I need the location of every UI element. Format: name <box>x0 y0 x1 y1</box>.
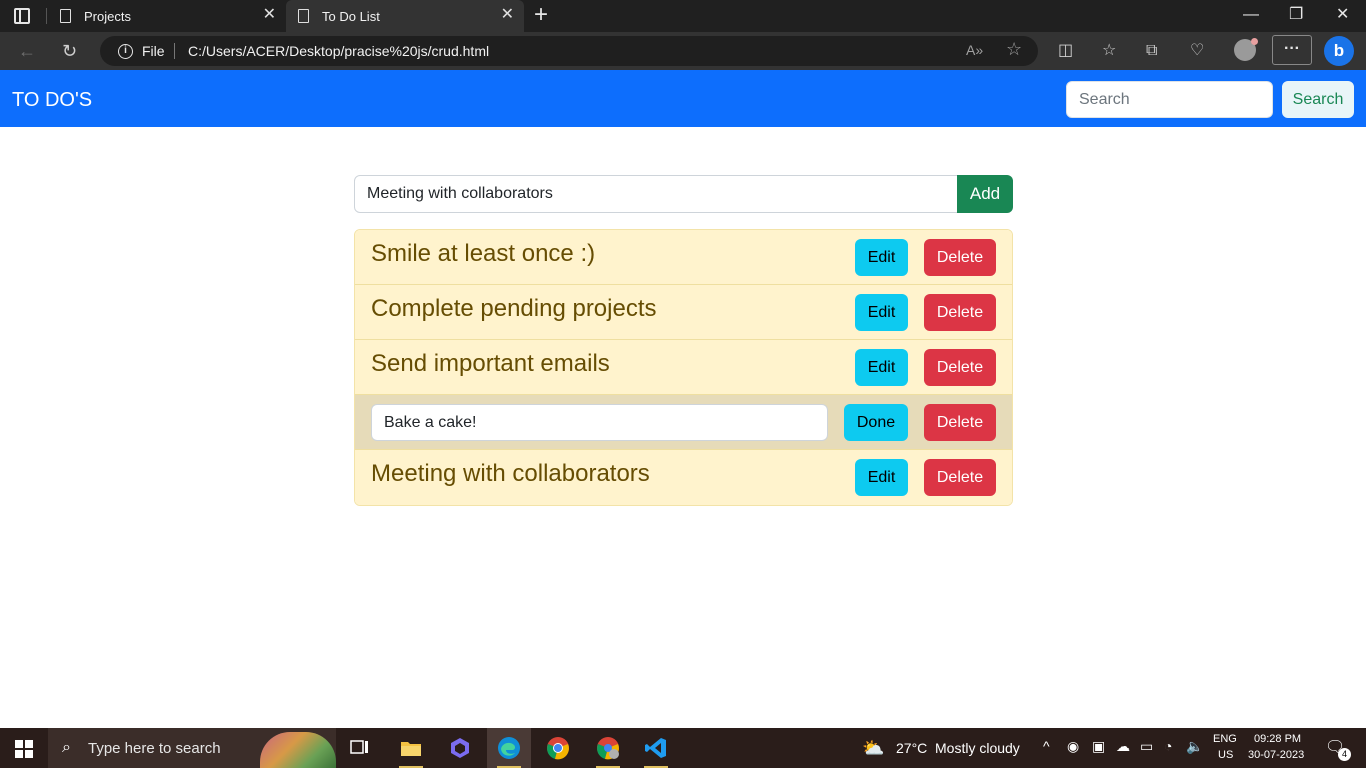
search-icon: ⌕ <box>62 739 71 756</box>
tab-actions-icon[interactable] <box>14 8 30 24</box>
new-tab-icon[interactable]: + <box>534 3 548 27</box>
browser-toolbar: ← ↻ i File C:/Users/ACER/Desktop/pracise… <box>0 32 1366 70</box>
page-icon <box>298 9 309 23</box>
favorite-star-icon[interactable]: ☆ <box>1006 39 1022 60</box>
taskbar-search-label: Type here to search <box>88 740 221 757</box>
navbar: TO DO'S Search <box>0 70 1366 127</box>
back-icon[interactable]: ← <box>18 40 36 62</box>
maximize-icon[interactable]: ❐ <box>1289 6 1303 24</box>
edit-button[interactable]: Edit <box>855 459 908 496</box>
show-hidden-icons-icon[interactable]: ^ <box>1043 738 1050 754</box>
wifi-icon[interactable]: ◔ <box>1164 738 1172 754</box>
edit-todo-input[interactable] <box>371 404 828 441</box>
done-button[interactable]: Done <box>844 404 908 441</box>
weather-condition[interactable]: Mostly cloudy <box>935 740 1020 756</box>
todo-text: Smile at least once :) <box>371 240 596 267</box>
todo-text: Complete pending projects <box>371 295 657 322</box>
refresh-icon[interactable]: ↻ <box>62 40 77 62</box>
close-tab-icon[interactable]: ✕ <box>263 7 276 23</box>
language-code[interactable]: ENG <box>1213 733 1237 745</box>
region-code[interactable]: US <box>1218 749 1233 761</box>
record-icon[interactable]: ◉ <box>1067 738 1079 755</box>
delete-button[interactable]: Delete <box>924 239 996 276</box>
brand-title[interactable]: TO DO'S <box>12 89 92 112</box>
add-button[interactable]: Add <box>957 175 1013 213</box>
edit-button[interactable]: Edit <box>855 349 908 386</box>
delete-button[interactable]: Delete <box>924 404 996 441</box>
clock-time[interactable]: 09:28 PM <box>1254 733 1301 745</box>
address-separator <box>174 43 175 59</box>
search-input[interactable] <box>1066 81 1273 118</box>
split-screen-icon[interactable]: ◫ <box>1058 41 1073 61</box>
todo-item: Send important emails Edit Delete <box>355 340 1012 395</box>
delete-button[interactable]: Delete <box>924 349 996 386</box>
battery-icon[interactable]: ▭ <box>1140 738 1153 755</box>
chrome-profile-icon[interactable] <box>586 728 630 768</box>
weather-temp[interactable]: 27°C <box>896 740 927 756</box>
favorites-icon[interactable]: ☆ <box>1102 41 1116 61</box>
todo-item-editing: Done Delete <box>355 395 1012 450</box>
weather-icon[interactable]: ⛅ <box>862 738 884 759</box>
clock-date[interactable]: 30-07-2023 <box>1248 749 1304 761</box>
minimize-icon[interactable]: — <box>1243 6 1259 24</box>
performance-icon[interactable]: ♡ <box>1190 41 1204 61</box>
search-button[interactable]: Search <box>1282 81 1354 118</box>
taskbar: ⌕ Type here to search ⛅ 27°C Mostly clou… <box>0 728 1366 768</box>
taskbar-search[interactable]: ⌕ Type here to search <box>48 728 336 768</box>
windows-start-icon[interactable] <box>15 740 33 758</box>
todo-list: Smile at least once :) Edit Delete Compl… <box>354 229 1013 506</box>
collections-icon[interactable]: ⧉ <box>1146 41 1157 61</box>
tab-separator <box>46 8 47 24</box>
close-tab-icon[interactable]: ✕ <box>501 7 514 23</box>
tab-label: To Do List <box>322 9 380 24</box>
copilot-icon[interactable] <box>438 728 482 768</box>
todo-text: Send important emails <box>371 350 610 377</box>
browser-tab-strip: Projects ✕ To Do List ✕ + — ❐ ✕ <box>0 0 1366 32</box>
network-drive-icon[interactable]: ☁ <box>1116 738 1130 755</box>
volume-icon[interactable]: 🔈 <box>1186 738 1203 755</box>
notification-count-badge: 4 <box>1338 748 1351 761</box>
delete-button[interactable]: Delete <box>924 459 996 496</box>
todo-item: Complete pending projects Edit Delete <box>355 285 1012 340</box>
more-options-icon[interactable]: ··· <box>1272 35 1312 65</box>
vscode-icon[interactable] <box>634 728 678 768</box>
page-icon <box>60 9 71 23</box>
tab-to-do-list[interactable]: To Do List ✕ <box>286 0 524 32</box>
task-view-icon[interactable] <box>338 728 382 768</box>
bing-icon[interactable]: b <box>1324 36 1354 66</box>
info-icon[interactable]: i <box>118 44 133 59</box>
todo-item: Smile at least once :) Edit Delete <box>355 230 1012 285</box>
chrome-icon[interactable] <box>536 728 580 768</box>
file-explorer-icon[interactable] <box>389 728 433 768</box>
edge-icon[interactable] <box>487 728 531 768</box>
scheme-label: File <box>142 43 165 59</box>
tab-projects[interactable]: Projects ✕ <box>48 0 286 32</box>
add-todo-form: Add <box>354 175 1013 213</box>
profile-notification-dot <box>1251 38 1258 45</box>
delete-button[interactable]: Delete <box>924 294 996 331</box>
new-todo-input[interactable] <box>354 175 958 213</box>
url-text[interactable]: C:/Users/ACER/Desktop/pracise%20js/crud.… <box>188 43 489 59</box>
edit-button[interactable]: Edit <box>855 239 908 276</box>
address-bar[interactable]: i File C:/Users/ACER/Desktop/pracise%20j… <box>100 36 1038 66</box>
edit-button[interactable]: Edit <box>855 294 908 331</box>
search-highlight-image <box>260 732 336 768</box>
todo-text: Meeting with collaborators <box>371 460 650 487</box>
tab-label: Projects <box>84 9 131 24</box>
meet-now-icon[interactable]: ▣ <box>1092 738 1105 755</box>
close-window-icon[interactable]: ✕ <box>1336 6 1349 24</box>
todo-item: Meeting with collaborators Edit Delete <box>355 450 1012 505</box>
read-aloud-icon[interactable]: A» <box>966 42 983 58</box>
